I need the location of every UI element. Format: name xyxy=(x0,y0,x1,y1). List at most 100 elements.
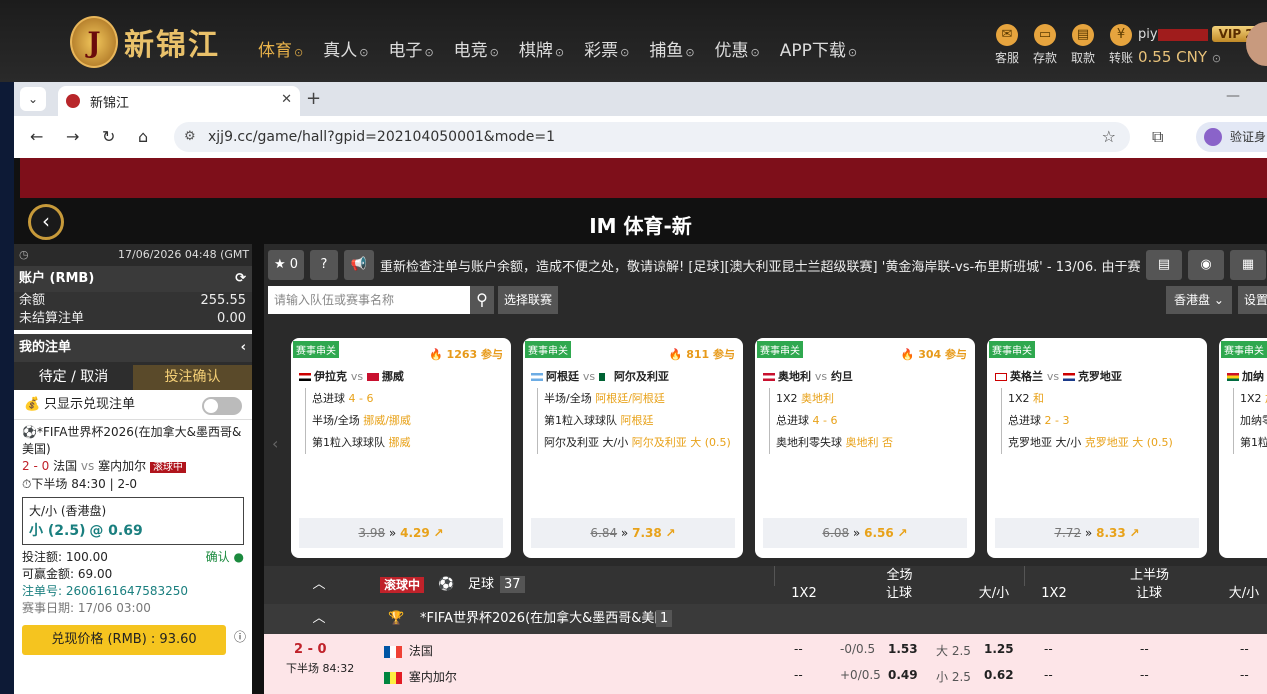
sport-label: 足球 xyxy=(468,577,495,592)
back-arrow-icon[interactable]: ← xyxy=(30,127,43,146)
tab-search-button[interactable]: ⌄ xyxy=(20,87,46,111)
results-icon[interactable]: ◉ xyxy=(1188,250,1224,280)
league-header[interactable]: ︿ 🏆 *FIFA世界杯2026(在加拿大&墨西哥&美国) 1 xyxy=(264,604,1267,634)
refresh-icon[interactable]: ⟳ xyxy=(235,266,246,292)
wallet-icon: ▭ xyxy=(1034,24,1056,46)
search-input[interactable]: 请输入队伍或赛事名称 xyxy=(268,286,470,314)
address-bar[interactable]: ⚙ xjj9.cc/game/hall?gpid=202104050001&mo… xyxy=(174,122,1130,152)
parlay-odds[interactable]: 6.08 » 6.56 ↗ xyxy=(763,518,967,548)
site-logo[interactable]: J 新锦江 xyxy=(70,16,220,68)
nav-item-cards[interactable]: 棋牌 ⊙ xyxy=(519,36,564,61)
withdraw-icon: ▤ xyxy=(1072,24,1094,46)
favorites-button[interactable]: ★ 0 xyxy=(268,250,304,280)
collapse-icon[interactable]: ︿ xyxy=(309,604,329,634)
collapse-icon[interactable]: ︿ xyxy=(309,566,329,604)
star-icon: ★ xyxy=(273,257,286,272)
nav-item-slots[interactable]: 电子 ⊙ xyxy=(388,36,433,61)
page-title: IM 体育-新 xyxy=(589,214,692,238)
parlay-card[interactable]: 赛事串关 加纳 1X2 加 加纳零 第1粒 xyxy=(1219,338,1267,558)
help-icon[interactable]: ? xyxy=(310,250,338,280)
odds-cell[interactable]: 0.49 xyxy=(888,668,918,682)
bet-market: 大/小 (香港盘) xyxy=(29,504,107,518)
odds-cell[interactable]: -- xyxy=(794,668,803,682)
nav-item-sports[interactable]: 体育 ⊙ xyxy=(258,36,303,61)
flag-icon xyxy=(598,373,611,381)
reload-icon[interactable]: ↻ xyxy=(102,127,115,146)
redacted-bar xyxy=(1157,28,1208,41)
customer-service-button[interactable]: ✉ 客服 xyxy=(988,24,1026,66)
select-league-button[interactable]: 选择联赛 xyxy=(498,286,558,314)
search-icon[interactable]: ⚲ xyxy=(470,286,494,314)
carousel-prev-icon[interactable]: ‹ xyxy=(272,434,278,453)
home-icon[interactable]: ⌂ xyxy=(138,127,148,146)
balance-value: 255.55 xyxy=(200,293,247,308)
deposit-button[interactable]: ▭ 存款 xyxy=(1026,24,1064,66)
live-badge: 滚球中 xyxy=(380,577,425,593)
new-tab-button[interactable]: + xyxy=(306,88,321,109)
live-badge: 滚球中 xyxy=(149,462,186,473)
withdraw-button[interactable]: ▤ 取款 xyxy=(1064,24,1102,66)
league-name: *FIFA世界杯2026(在加拿大&墨西哥&美国) xyxy=(420,611,673,626)
tab-confirmed[interactable]: 投注确认 xyxy=(133,365,252,390)
bet-slip-panel: ◷17/06/2026 04:48 (GMT +8) 账户 (RMB)⟳ 余额2… xyxy=(14,244,252,694)
account-title: 账户 (RMB) xyxy=(19,271,95,286)
odds-cell[interactable]: 0.62 xyxy=(984,668,1014,682)
parlay-card[interactable]: 赛事串关 🔥 304 参与 奥地利 vs 约旦 1X2 奥地利 总进球 4 - … xyxy=(755,338,975,558)
bet-home: 法国 xyxy=(53,459,78,473)
settings-button[interactable]: 设置 xyxy=(1238,286,1267,314)
cashout-toggle[interactable] xyxy=(202,397,242,415)
unsettled-label: 未结算注单 xyxy=(19,311,85,326)
stake: 投注额: 100.00 xyxy=(22,550,108,564)
tab-pending[interactable]: 待定 / 取消 xyxy=(14,365,133,390)
nav-item-app[interactable]: APP下载 ⊙ xyxy=(780,36,857,61)
odds-table-header: ︿ 滚球中 ⚽ 足球 37 全场 上半场 1X2 让球 大/小 1X2 让球 大… xyxy=(264,566,1267,604)
bet-status: 确认 xyxy=(205,550,230,564)
flag-icon xyxy=(1227,373,1239,381)
odds-cell[interactable]: 1.53 xyxy=(888,642,918,656)
flag-icon xyxy=(531,373,543,381)
chevron-left-icon[interactable]: ‹ xyxy=(241,334,246,362)
bookmark-star-icon[interactable]: ☆ xyxy=(1102,122,1116,152)
parlay-card[interactable]: 赛事串关 英格兰 vs 克罗地亚 1X2 和 总进球 2 - 3 克罗地亚 大/… xyxy=(987,338,1207,558)
parlay-odds[interactable]: 7.72 » 8.33 ↗ xyxy=(995,518,1199,548)
search-row: 请输入队伍或赛事名称 ⚲ 选择联赛 香港盘 ⌄ 设置 xyxy=(268,286,1267,316)
my-bets-title: 我的注单 xyxy=(19,340,72,355)
ticket-label: 注单号: xyxy=(22,584,63,598)
extensions-icon[interactable]: ⧉ xyxy=(1152,127,1163,147)
user-balance: 0.55 CNY xyxy=(1138,48,1208,66)
parlay-odds[interactable]: 6.84 » 7.38 ↗ xyxy=(531,518,735,548)
betlist-icon[interactable]: ▤ xyxy=(1146,250,1182,280)
chevron-down-icon: ⊙ xyxy=(294,46,304,59)
nav-item-esports[interactable]: 电竞 ⊙ xyxy=(454,36,499,61)
parlay-odds[interactable]: 3.98 » 4.29 ↗ xyxy=(299,518,503,548)
flag-icon xyxy=(1062,373,1075,381)
transfer-button[interactable]: ¥ 转账 xyxy=(1102,24,1140,66)
bet-away: 塞内加尔 xyxy=(98,459,147,473)
back-button[interactable]: ‹ xyxy=(28,204,64,240)
info-icon[interactable]: ⓘ xyxy=(234,628,246,645)
site-info-icon[interactable]: ⚙ xyxy=(184,122,196,152)
nav-item-live[interactable]: 真人 ⊙ xyxy=(323,36,368,61)
parlay-card[interactable]: 赛事串关 🔥 811 参与 阿根廷 vs 阿尔及利亚 半场/全场 阿根廷/阿根廷… xyxy=(523,338,743,558)
odds-cell[interactable]: -- xyxy=(794,642,803,656)
match-row: 2 - 0 下半场 84:32 法国 塞内加尔 -- -- -0/0.5 1.5… xyxy=(264,634,1267,694)
nav-item-lottery[interactable]: 彩票 ⊙ xyxy=(584,36,629,61)
odds-cell[interactable]: 1.25 xyxy=(984,642,1014,656)
nav-item-fishing[interactable]: 捕鱼 ⊙ xyxy=(649,36,694,61)
cashout-button[interactable]: 兑现价格 (RMB) : 93.60 xyxy=(22,625,226,655)
minimize-button[interactable]: — xyxy=(1226,88,1240,104)
odds-type-select[interactable]: 香港盘 ⌄ xyxy=(1166,286,1232,314)
bet-selection-box: 大/小 (香港盘) 小 (2.5) @ 0.69 xyxy=(22,497,244,545)
statement-icon[interactable]: ▦ xyxy=(1230,250,1266,280)
close-icon[interactable]: ✕ xyxy=(281,92,292,107)
user-info[interactable]: piy VIP 2 0.55 CNY ⊙ xyxy=(1138,26,1261,66)
chevron-down-icon: ⊙ xyxy=(489,46,499,59)
bet-league: *FIFA世界杯2026(在加拿大&墨西哥&美国) xyxy=(22,425,242,456)
parlay-card[interactable]: 赛事串关 🔥 1263 参与 伊拉克 vs 挪威 总进球 4 - 6 半场/全场… xyxy=(291,338,511,558)
nav-item-promos[interactable]: 优惠 ⊙ xyxy=(715,36,760,61)
flag-icon xyxy=(384,645,402,658)
browser-tab[interactable]: 新锦江 ✕ xyxy=(58,86,300,116)
profile-button[interactable]: 验证身 xyxy=(1196,122,1267,152)
forward-arrow-icon[interactable]: → xyxy=(66,127,79,146)
cashout-filter-label: 只显示兑现注单 xyxy=(44,397,136,412)
